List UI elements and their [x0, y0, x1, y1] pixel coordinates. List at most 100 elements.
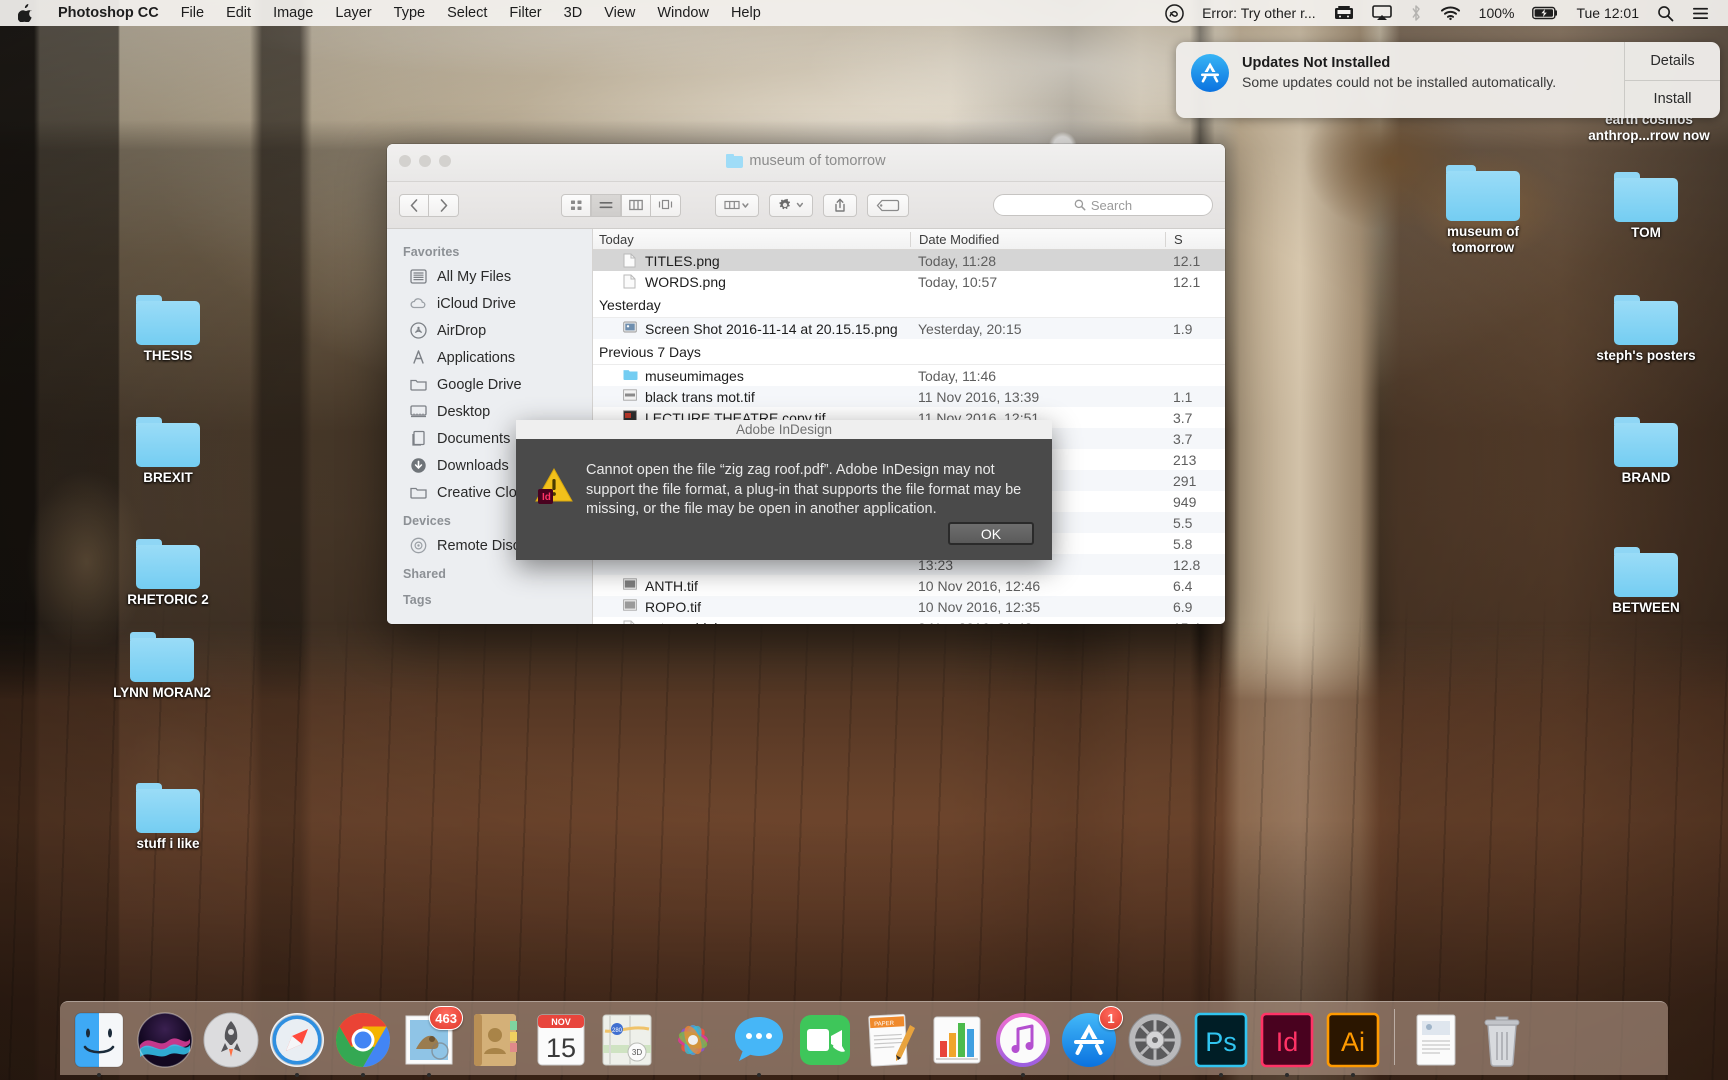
- battery-charging-icon[interactable]: [1523, 6, 1567, 20]
- indesign-error-dialog[interactable]: Adobe InDesign Id Cannot open the file “…: [516, 420, 1052, 560]
- system-preferences-icon: [1124, 1009, 1186, 1071]
- list-icon[interactable]: [1683, 6, 1718, 21]
- menu-select[interactable]: Select: [436, 0, 498, 26]
- dock-item-finder[interactable]: [68, 1009, 130, 1077]
- arrange-button[interactable]: [715, 193, 759, 217]
- dock-item-launchpad[interactable]: [200, 1009, 262, 1071]
- desktop-icon-stuff-i-like[interactable]: stuff i like: [102, 783, 234, 852]
- table-row[interactable]: TITLES.png Today, 11:28 12.1: [593, 250, 1225, 271]
- dock-item-photoshop[interactable]: Ps: [1190, 1009, 1252, 1077]
- battery-percent[interactable]: 100%: [1470, 0, 1524, 26]
- menu-filter[interactable]: Filter: [498, 0, 552, 26]
- chevron-right-icon[interactable]: [429, 193, 459, 217]
- airplay-icon[interactable]: [1363, 5, 1401, 21]
- table-row[interactable]: black trans mot.tif 11 Nov 2016, 13:39 1…: [593, 386, 1225, 407]
- dock[interactable]: 463 NOV 15 280 3D PAPER 1 Ps Id Ai: [60, 1001, 1668, 1077]
- arrange-icon[interactable]: [715, 193, 759, 217]
- sidebar-item-applications[interactable]: Applications: [387, 344, 592, 371]
- dock-item-chrome[interactable]: [332, 1009, 394, 1077]
- dock-item-app-store[interactable]: 1: [1058, 1006, 1123, 1071]
- sidebar-item-all-my-files[interactable]: All My Files: [387, 263, 592, 290]
- dialog-ok-button[interactable]: OK: [948, 522, 1034, 545]
- action-button[interactable]: [769, 193, 813, 217]
- desktop-icon-brand[interactable]: BRAND: [1580, 417, 1712, 486]
- time-machine-icon[interactable]: [1325, 5, 1363, 21]
- menu-file[interactable]: File: [170, 0, 215, 26]
- menu-window[interactable]: Window: [646, 0, 720, 26]
- navigation-buttons[interactable]: [399, 193, 459, 217]
- wifi-icon[interactable]: [1431, 5, 1470, 21]
- table-row[interactable]: WORDS.png Today, 10:57 12.1: [593, 271, 1225, 292]
- tags-button[interactable]: [867, 193, 909, 217]
- menu-help[interactable]: Help: [720, 0, 772, 26]
- status-error-text[interactable]: Error: Try other r...: [1193, 0, 1325, 26]
- sidebar-item-icloud-drive[interactable]: iCloud Drive: [387, 290, 592, 317]
- search-input[interactable]: Search: [993, 194, 1213, 216]
- menu-image[interactable]: Image: [262, 0, 324, 26]
- dock-item-facetime[interactable]: [794, 1009, 856, 1071]
- table-row[interactable]: museumimages Today, 11:46: [593, 365, 1225, 386]
- share-icon[interactable]: [823, 193, 857, 217]
- apple-icon[interactable]: [0, 4, 47, 22]
- dock-item-system-preferences[interactable]: [1124, 1009, 1186, 1071]
- table-row[interactable]: ROPO.tif 10 Nov 2016, 12:35 6.9: [593, 596, 1225, 617]
- dock-item-trash[interactable]: [1471, 1009, 1533, 1071]
- menu-edit[interactable]: Edit: [215, 0, 262, 26]
- finder-toolbar[interactable]: Search: [387, 182, 1225, 229]
- desktop-icon-between[interactable]: BETWEEN: [1580, 547, 1712, 616]
- dock-item-document[interactable]: [1405, 1009, 1467, 1071]
- dock-item-siri[interactable]: [134, 1009, 196, 1071]
- dock-item-calendar[interactable]: NOV 15: [530, 1009, 592, 1071]
- column-header-size[interactable]: S: [1165, 231, 1225, 247]
- share-button[interactable]: [823, 193, 857, 217]
- menu-type[interactable]: Type: [383, 0, 436, 26]
- file-list-header[interactable]: Today Date Modified S: [593, 229, 1225, 250]
- coverflow-view-icon[interactable]: [651, 193, 681, 217]
- column-header-date-modified[interactable]: Date Modified: [910, 231, 1165, 247]
- desktop-icon-tom[interactable]: TOM: [1580, 172, 1712, 241]
- dock-item-contacts[interactable]: [464, 1009, 526, 1071]
- dock-item-safari[interactable]: [266, 1009, 328, 1077]
- view-mode-buttons[interactable]: [561, 193, 681, 217]
- table-row[interactable]: e autumn blobs.eps 8 Nov 2016, 21:43 15.…: [593, 617, 1225, 624]
- menu-3d[interactable]: 3D: [553, 0, 594, 26]
- dock-item-numbers[interactable]: [926, 1009, 988, 1071]
- creative-cloud-icon[interactable]: [1156, 3, 1193, 23]
- icon-view-icon[interactable]: [561, 193, 591, 217]
- dock-item-itunes[interactable]: [992, 1009, 1054, 1077]
- desktop-icon-rhetoric-2[interactable]: RHETORIC 2: [102, 539, 234, 608]
- menubar-clock[interactable]: Tue 12:01: [1567, 0, 1648, 26]
- desktop-icon-brexit[interactable]: BREXIT: [102, 417, 234, 486]
- menu-view[interactable]: View: [593, 0, 646, 26]
- notification-details-button[interactable]: Details: [1625, 42, 1720, 80]
- dock-item-photos[interactable]: [662, 1009, 724, 1071]
- dock-item-mail[interactable]: 463: [398, 1006, 463, 1077]
- desktop-icon-lynn-moran2[interactable]: LYNN MORAN2: [96, 632, 228, 701]
- sidebar-item-google-drive[interactable]: Google Drive: [387, 371, 592, 398]
- finder-titlebar[interactable]: museum of tomorrow: [387, 144, 1225, 182]
- search-icon[interactable]: [1648, 5, 1683, 22]
- dock-item-indesign[interactable]: Id: [1256, 1009, 1318, 1077]
- desktop-icon-thesis[interactable]: THESIS: [102, 295, 234, 364]
- tag-icon[interactable]: [867, 193, 909, 217]
- dock-item-pages[interactable]: PAPER: [860, 1009, 922, 1071]
- table-row[interactable]: ANTH.tif 10 Nov 2016, 12:46 6.4: [593, 575, 1225, 596]
- gear-icon[interactable]: [769, 193, 813, 217]
- desktop-icon-stephs-posters[interactable]: steph's posters: [1580, 295, 1712, 364]
- chevron-left-icon[interactable]: [399, 193, 429, 217]
- table-row[interactable]: Screen Shot 2016-11-14 at 20.15.15.png Y…: [593, 318, 1225, 339]
- notification-install-button[interactable]: Install: [1625, 79, 1720, 119]
- dock-item-illustrator[interactable]: Ai: [1322, 1009, 1384, 1077]
- notification-banner[interactable]: Updates Not Installed Some updates could…: [1176, 42, 1720, 118]
- dock-item-messages[interactable]: [728, 1009, 790, 1077]
- bluetooth-icon[interactable]: [1401, 4, 1431, 22]
- menu-layer[interactable]: Layer: [324, 0, 382, 26]
- menu-app-name[interactable]: Photoshop CC: [47, 0, 170, 26]
- folder-icon: [1614, 172, 1678, 222]
- column-header-name[interactable]: Today: [593, 232, 910, 247]
- column-view-icon[interactable]: [621, 193, 651, 217]
- sidebar-item-airdrop[interactable]: AirDrop: [387, 317, 592, 344]
- list-view-icon[interactable]: [591, 193, 621, 217]
- dock-item-maps[interactable]: 280 3D: [596, 1009, 658, 1071]
- desktop-icon-museum-of-tomorrow[interactable]: museum of tomorrow: [1408, 165, 1558, 256]
